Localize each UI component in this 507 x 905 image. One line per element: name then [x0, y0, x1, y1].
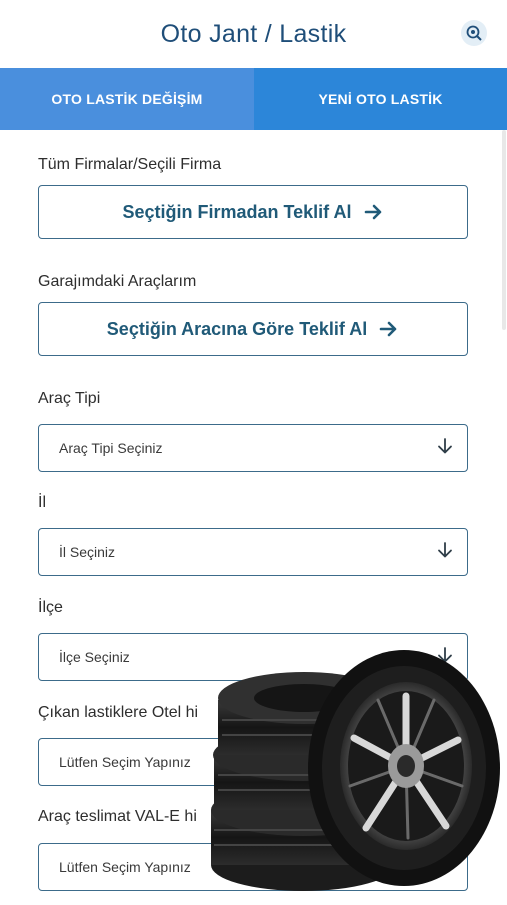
app-header: Oto Jant / Lastik: [0, 0, 507, 68]
district-value: İlçe Seçiniz: [59, 649, 130, 665]
tab-label: YENİ OTO LASTİK: [318, 91, 443, 107]
city-select[interactable]: İl Seçiniz: [38, 528, 468, 576]
vehicle-type-value: Araç Tipi Seçiniz: [59, 440, 163, 456]
company-quote-button-label: Seçtiğin Firmadan Teklif Al: [122, 201, 352, 222]
tab-bar: OTO LASTİK DEĞİŞİM YENİ OTO LASTİK: [0, 68, 507, 130]
garage-section-label: Garajımdaki Araçlarım: [38, 273, 197, 290]
search-settings-icon[interactable]: [461, 20, 487, 46]
tire-hotel-label: Çıkan lastiklere Otel hi: [38, 704, 199, 721]
district-label: İlçe: [38, 599, 63, 616]
vehicle-type-label: Araç Tipi: [38, 390, 101, 407]
vehicle-type-select[interactable]: Araç Tipi Seçiniz: [38, 424, 468, 472]
vehicle-quote-button-label: Seçtiğin Aracına Göre Teklif Al: [106, 318, 368, 339]
city-label: İl: [38, 494, 46, 511]
company-quote-button[interactable]: Seçtiğin Firmadan Teklif Al: [38, 185, 468, 239]
company-section-label: Tüm Firmalar/Seçili Firma: [38, 156, 222, 173]
vehicle-quote-button[interactable]: Seçtiğin Aracına Göre Teklif Al: [38, 302, 468, 356]
scrollbar[interactable]: [502, 130, 506, 330]
valet-label: Araç teslimat VAL-E hi: [38, 808, 197, 825]
page-title: Oto Jant / Lastik: [160, 19, 347, 48]
tire-hotel-value: Lütfen Seçim Yapınız: [59, 754, 191, 770]
tab-tire-change[interactable]: OTO LASTİK DEĞİŞİM: [0, 68, 254, 130]
arrow-right-icon: [364, 204, 384, 220]
arrow-right-icon: [379, 321, 399, 337]
tire-stack-image: [208, 640, 500, 900]
city-value: İl Seçiniz: [59, 544, 116, 560]
arrow-down-icon: [437, 437, 453, 460]
arrow-down-icon: [437, 541, 453, 564]
tab-label: OTO LASTİK DEĞİŞİM: [51, 91, 203, 107]
tab-new-tire[interactable]: YENİ OTO LASTİK: [254, 68, 507, 130]
valet-value: Lütfen Seçim Yapınız: [59, 859, 191, 875]
